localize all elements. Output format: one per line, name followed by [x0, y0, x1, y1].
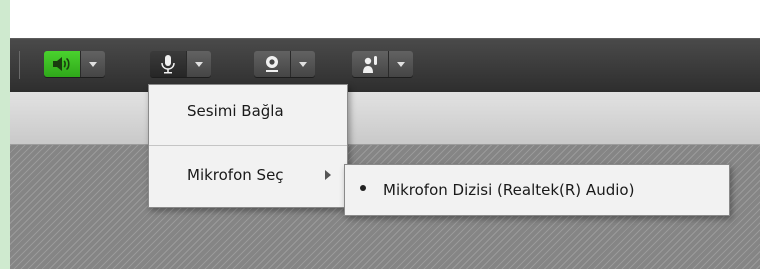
microphone-icon: [161, 55, 175, 74]
menu-divider: [149, 145, 347, 146]
toolbar-separator: [19, 51, 20, 79]
chevron-down-icon: [299, 61, 307, 67]
microphone-menu: Sesimi Bağla Mikrofon Seç: [148, 84, 348, 208]
app-frame: [10, 0, 760, 269]
chevron-right-icon: [325, 170, 331, 180]
microphone-submenu: Mikrofon Dizisi (Realtek(R) Audio): [344, 164, 730, 216]
raise-hand-button[interactable]: [352, 51, 389, 77]
speaker-icon: [53, 57, 70, 71]
microphone-button[interactable]: [150, 51, 187, 77]
speaker-dropdown-button[interactable]: [81, 51, 105, 77]
webcam-dropdown-button[interactable]: [291, 51, 315, 77]
secondary-bar: [10, 92, 760, 145]
meeting-toolbar: [10, 38, 760, 93]
selected-bullet-icon: [360, 185, 366, 191]
menu-item-connect-audio[interactable]: Sesimi Bağla: [149, 96, 347, 126]
webcam-control: [254, 51, 315, 77]
chevron-down-icon: [397, 61, 405, 67]
speaker-control: [44, 51, 105, 77]
submenu-item-microphone-array[interactable]: Mikrofon Dizisi (Realtek(R) Audio): [345, 175, 729, 205]
raise-hand-control: [352, 51, 413, 77]
webcam-button[interactable]: [254, 51, 291, 77]
speaker-button[interactable]: [44, 51, 81, 77]
menu-item-label: Mikrofon Seç: [187, 166, 284, 184]
submenu-item-label: Mikrofon Dizisi (Realtek(R) Audio): [383, 181, 635, 199]
menu-item-select-microphone[interactable]: Mikrofon Seç: [149, 160, 347, 190]
chevron-down-icon: [89, 61, 97, 67]
chevron-down-icon: [195, 61, 203, 67]
menu-item-label: Sesimi Bağla: [187, 102, 284, 120]
webcam-icon: [266, 56, 278, 72]
microphone-control: [150, 51, 211, 77]
microphone-dropdown-button[interactable]: [187, 51, 211, 77]
raise-hand-icon: [363, 56, 377, 73]
raise-hand-dropdown-button[interactable]: [389, 51, 413, 77]
